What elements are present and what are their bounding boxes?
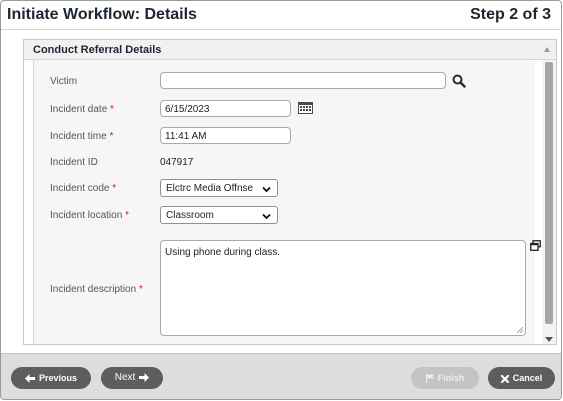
panel-scrollbar[interactable] [542,60,556,344]
incident-description-label: Incident description * [50,284,143,295]
victim-input[interactable] [160,72,446,89]
flag-icon [425,374,434,384]
incident-time-label: Incident time * [50,131,113,142]
incident-time-label-text: Incident time [50,131,107,142]
dialog-header: Initiate Workflow: Details Step 2 of 3 [1,1,561,30]
finish-button-label: Finish [437,373,465,383]
required-asterisk: * [138,284,143,295]
previous-button-label: Previous [38,373,78,383]
victim-label: Victim [50,76,77,87]
incident-date-input[interactable]: 6/15/2023 [160,100,291,117]
incident-code-label: Incident code * [50,183,116,194]
dialog-footer: Previous Next Finish Cancel [1,353,561,399]
incident-location-label: Incident location * [50,210,129,221]
incident-code-select[interactable]: Elctrc Media Offnse [160,179,278,197]
next-button[interactable]: Next [101,367,163,389]
expand-icon[interactable] [530,240,541,251]
incident-id-value: 047917 [160,157,194,168]
finish-button: Finish [411,367,479,389]
incident-id-label-text: Incident ID [50,157,98,168]
arrow-right-icon [139,372,150,382]
scroll-down-icon[interactable] [545,337,553,342]
incident-description-textarea[interactable]: Using phone during class. [160,240,526,336]
search-icon[interactable] [452,74,466,88]
incident-date-label-text: Incident date [50,104,108,115]
resize-grip-icon[interactable] [516,326,523,333]
incident-code-label-text: Incident code [50,183,110,194]
incident-description-label-text: Incident description [50,284,137,295]
chevron-down-icon [262,186,271,193]
incident-time-input[interactable]: 11:41 AM [160,127,291,144]
victim-label-text: Victim [50,76,78,87]
incident-description-text: Using phone during class. [165,247,281,258]
required-asterisk: * [109,131,114,142]
incident-date-label: Incident date * [50,104,114,115]
incident-location-selected-value: Classroom [166,210,214,221]
workflow-dialog: Initiate Workflow: Details Step 2 of 3 C… [0,0,562,400]
close-icon [500,374,509,383]
panel-header: Conduct Referral Details [24,40,556,60]
required-asterisk: * [125,210,129,221]
chevron-down-icon [262,213,271,220]
incident-code-selected-value: Elctrc Media Offnse [166,183,254,194]
required-asterisk: * [112,183,117,194]
incident-location-select[interactable]: Classroom [160,206,278,224]
step-indicator: Step 2 of 3 [470,6,551,23]
scroll-up-icon[interactable] [544,47,550,52]
required-asterisk: * [110,104,114,115]
panel-title: Conduct Referral Details [33,44,162,56]
scrollbar-thumb[interactable] [545,62,553,324]
calendar-icon[interactable] [298,102,313,114]
conduct-referral-panel: Conduct Referral Details Victim Incident… [23,39,557,345]
incident-id-label: Incident ID [50,157,98,168]
arrow-left-icon [24,374,35,384]
next-button-label: Next [114,372,136,383]
dialog-title: Initiate Workflow: Details [7,6,197,23]
previous-button[interactable]: Previous [11,367,91,389]
cancel-button[interactable]: Cancel [488,367,555,389]
form-body: Victim Incident date * 6/15/2023 Inciden… [33,60,541,344]
cancel-button-label: Cancel [512,373,543,383]
incident-location-label-text: Incident location [50,210,123,221]
